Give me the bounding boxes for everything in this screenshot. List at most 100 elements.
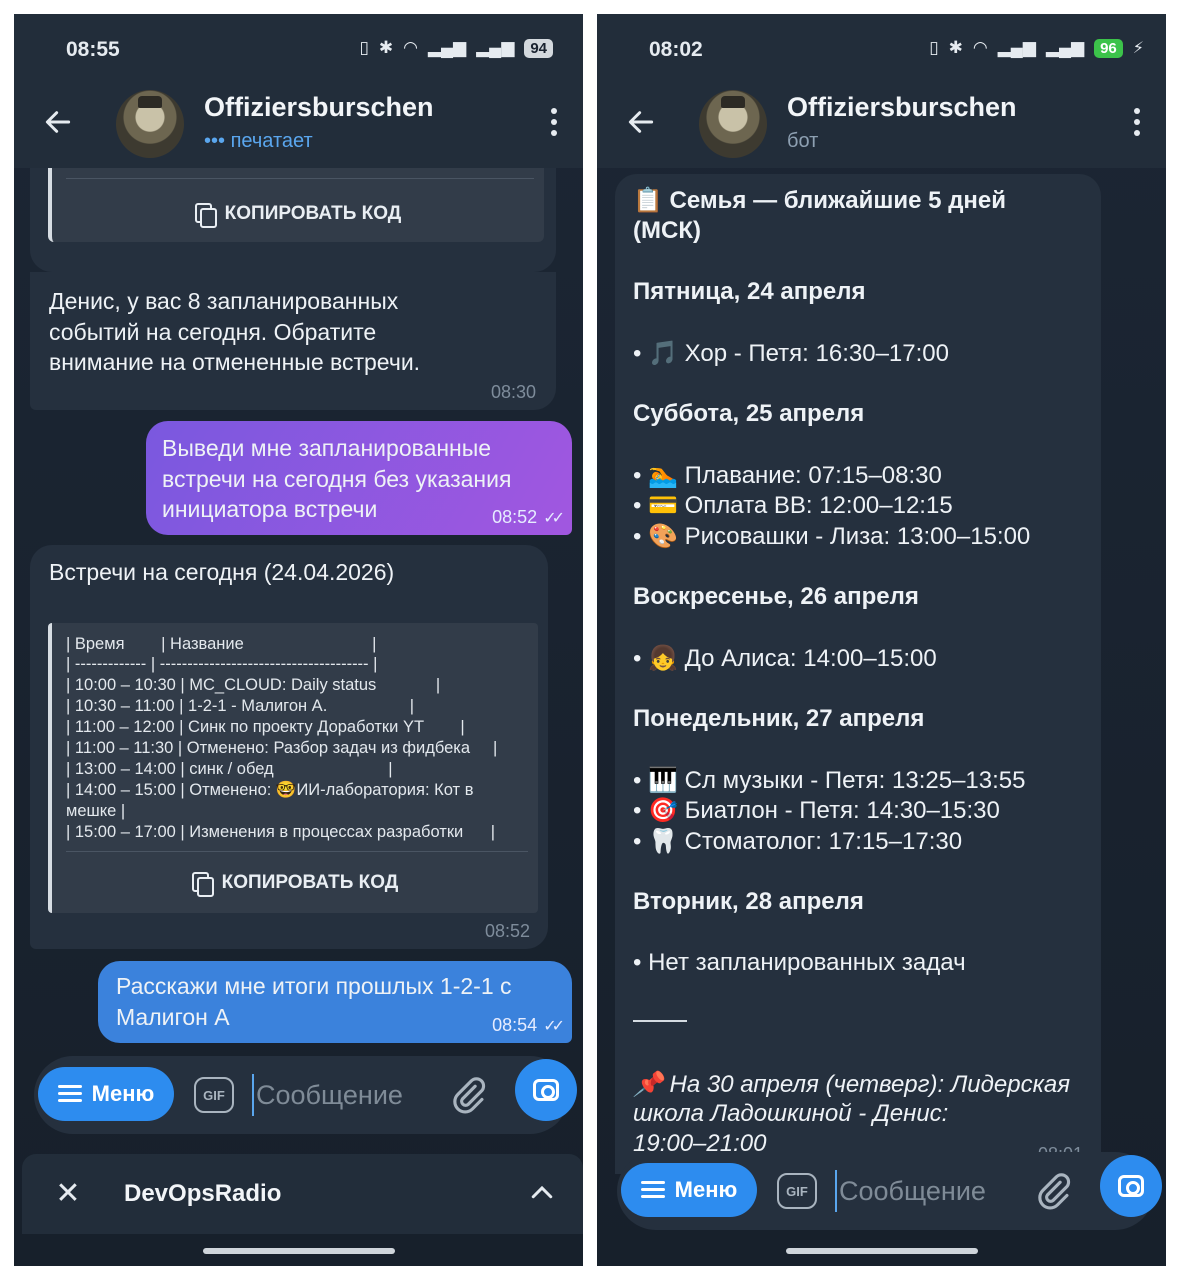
message-time-value: 08:52 bbox=[492, 507, 538, 527]
menu-button[interactable]: Меню bbox=[621, 1163, 757, 1217]
copy-code-label: КОПИРОВАТЬ КОД bbox=[224, 203, 402, 224]
home-indicator[interactable] bbox=[202, 1248, 395, 1254]
right-phone-screen: 📋 Семья — ближайшие 5 дней (МСК) Пятница… bbox=[597, 14, 1166, 1266]
bluetooth-icon: ✱ bbox=[378, 38, 394, 57]
close-icon[interactable]: ✕ bbox=[54, 1179, 82, 1209]
message-input[interactable] bbox=[252, 1074, 432, 1116]
code-line: | 14:00 – 15:00 | Отменено: 🤓ИИ-лаборато… bbox=[66, 781, 474, 799]
menu-icon bbox=[57, 1085, 82, 1103]
vibrate-icon: ▯ bbox=[929, 38, 939, 57]
bluetooth-icon: ✱ bbox=[948, 38, 963, 57]
schedule-item: • 🎵 Хор - Петя: 16:30–17:00 bbox=[633, 340, 949, 367]
read-ticks-icon: ✓✓ bbox=[543, 1018, 565, 1035]
gif-button[interactable]: GIF bbox=[194, 1077, 234, 1113]
music-player-bar[interactable]: ✕ DevOpsRadio bbox=[22, 1154, 583, 1234]
schedule-item: • 🏊 Плавание: 07:15–08:30 bbox=[633, 462, 942, 489]
gif-button[interactable]: GIF bbox=[777, 1173, 817, 1209]
vibrate-icon: ▯ bbox=[359, 38, 369, 57]
chat-status: ••• печатает bbox=[204, 130, 313, 152]
signal-icon: ▂▄▆ bbox=[427, 38, 467, 57]
left-phone-screen: КОПИРОВАТЬ КОД Денис, у вас 8 запланиров… bbox=[14, 14, 583, 1266]
code-block: | Время | Название | | ------------- | -… bbox=[48, 623, 538, 913]
avatar[interactable] bbox=[116, 90, 184, 158]
signal-icon: ▂▄▆ bbox=[1045, 38, 1085, 57]
back-button[interactable] bbox=[42, 106, 78, 142]
more-options-icon[interactable] bbox=[1130, 108, 1144, 142]
menu-icon bbox=[640, 1181, 665, 1199]
signal-icon: ▂▄▆ bbox=[997, 38, 1036, 57]
code-line: | Время | Название | bbox=[66, 635, 377, 653]
chat-title[interactable]: Offiziersburschen bbox=[787, 92, 1017, 123]
chat-title[interactable]: Offiziersburschen bbox=[204, 92, 434, 123]
status-time: 08:55 bbox=[66, 38, 120, 61]
camera-button[interactable] bbox=[515, 1059, 577, 1121]
message-bubble-incoming: Встречи на сегодня (24.04.2026) | Время … bbox=[30, 545, 548, 949]
charging-icon: ⚡ bbox=[1132, 40, 1144, 57]
day-heading: Пятница, 24 апреля bbox=[633, 278, 866, 305]
copy-code-button[interactable]: КОПИРОВАТЬ КОД bbox=[52, 863, 538, 903]
copy-code-label: КОПИРОВАТЬ КОД bbox=[221, 872, 399, 893]
message-time-value: 08:54 bbox=[492, 1015, 538, 1035]
read-ticks-icon: ✓✓ bbox=[543, 510, 565, 527]
more-options-icon[interactable] bbox=[547, 108, 561, 142]
schedule-item: • 🦷 Стоматолог: 17:15–17:30 bbox=[633, 828, 963, 855]
chevron-up-icon[interactable] bbox=[527, 1178, 557, 1208]
status-time: 08:02 bbox=[649, 38, 703, 61]
attach-icon[interactable] bbox=[1034, 1172, 1072, 1210]
message-bubble-incoming: 📋 Семья — ближайшие 5 дней (МСК) Пятница… bbox=[615, 174, 1101, 1174]
camera-icon bbox=[533, 1079, 559, 1101]
menu-button[interactable]: Меню bbox=[38, 1067, 174, 1121]
message-input[interactable] bbox=[835, 1170, 1015, 1212]
message-time: 08:30 bbox=[490, 382, 536, 402]
message-title: Встречи на сегодня (24.04.2026) bbox=[49, 559, 395, 585]
battery-level: 96 bbox=[1094, 38, 1123, 58]
home-indicator[interactable] bbox=[785, 1248, 978, 1254]
code-line: | 13:00 – 14:00 | синк / обед | bbox=[66, 760, 393, 778]
schedule-item: • 💳 Оплата ВВ: 12:00–12:15 bbox=[633, 492, 953, 519]
code-divider bbox=[66, 178, 534, 179]
wifi-icon: ◠ bbox=[972, 38, 988, 57]
message-bubble-outgoing: Расскажи мне итоги прошлых 1-2-1 с Малиг… bbox=[98, 961, 572, 1043]
schedule-note: школа Ладошкиной - Денис: bbox=[633, 1100, 949, 1127]
wifi-icon: ◠ bbox=[403, 38, 418, 57]
divider bbox=[633, 1020, 687, 1022]
message-text: Выведи мне запланированные встречи на се… bbox=[162, 435, 512, 522]
message-text: Денис, у вас 8 запланированных событий н… bbox=[49, 288, 421, 375]
code-line: | 11:00 – 11:30 | Отменено: Разбор задач… bbox=[66, 739, 498, 757]
day-heading: Понедельник, 27 апреля bbox=[633, 705, 925, 732]
chat-header: 08:02 ▯ ✱ ◠ ▂▄▆ ▂▄▆ 96 ⚡ Offiziersbursch… bbox=[597, 14, 1166, 168]
status-icons: ▯ ✱ ◠ ▂▄▆ ▂▄▆ 96 ⚡ bbox=[929, 38, 1144, 58]
message-bubble-outgoing: Выведи мне запланированные встречи на се… bbox=[146, 421, 572, 535]
schedule-item: • 🎯 Биатлон - Петя: 14:30–15:30 bbox=[633, 797, 1000, 824]
schedule-heading-tz: (МСК) bbox=[633, 217, 701, 244]
avatar[interactable] bbox=[699, 90, 767, 158]
menu-label: Меню bbox=[674, 1177, 738, 1202]
message-time: 08:52 bbox=[484, 921, 530, 941]
code-line: | ------------- | ----------------------… bbox=[66, 655, 378, 673]
copy-icon bbox=[194, 203, 217, 228]
back-button[interactable] bbox=[625, 106, 661, 142]
schedule-item: • 🎨 Рисовашки - Лиза: 13:00–15:00 bbox=[633, 523, 1031, 550]
message-composer: Меню GIF bbox=[617, 1152, 1162, 1230]
player-title: DevOpsRadio bbox=[124, 1180, 282, 1207]
day-heading: Воскресенье, 26 апреля bbox=[633, 583, 919, 610]
copy-code-button[interactable]: КОПИРОВАТЬ КОД bbox=[52, 194, 544, 234]
schedule-heading: 📋 Семья — ближайшие 5 дней bbox=[633, 187, 1007, 214]
schedule-note: 📌 На 30 апреля (четверг): Лидерская bbox=[633, 1071, 1071, 1098]
attach-icon[interactable] bbox=[449, 1076, 487, 1114]
message-composer: Меню GIF bbox=[34, 1056, 577, 1134]
copy-icon bbox=[191, 872, 214, 897]
message-text: Расскажи мне итоги прошлых 1-2-1 с Малиг… bbox=[116, 973, 512, 1030]
schedule-item: • 🎹 Сл музыки - Петя: 13:25–13:55 bbox=[633, 767, 1026, 794]
day-heading: Вторник, 28 апреля bbox=[633, 888, 864, 915]
code-line: | 15:00 – 17:00 | Изменения в процессах … bbox=[66, 823, 496, 841]
code-line: | 10:00 – 10:30 | MC_CLOUD: Daily status… bbox=[66, 676, 441, 694]
camera-button[interactable] bbox=[1100, 1155, 1162, 1217]
chat-status: бот bbox=[787, 130, 819, 152]
battery-level: 94 bbox=[524, 38, 553, 58]
message-time: 08:52 ✓✓ bbox=[492, 507, 565, 528]
code-line: мешке | bbox=[66, 802, 126, 820]
day-heading: Суббота, 25 апреля bbox=[633, 400, 865, 427]
code-divider bbox=[66, 851, 528, 852]
message-time: 08:54 ✓✓ bbox=[492, 1015, 565, 1036]
